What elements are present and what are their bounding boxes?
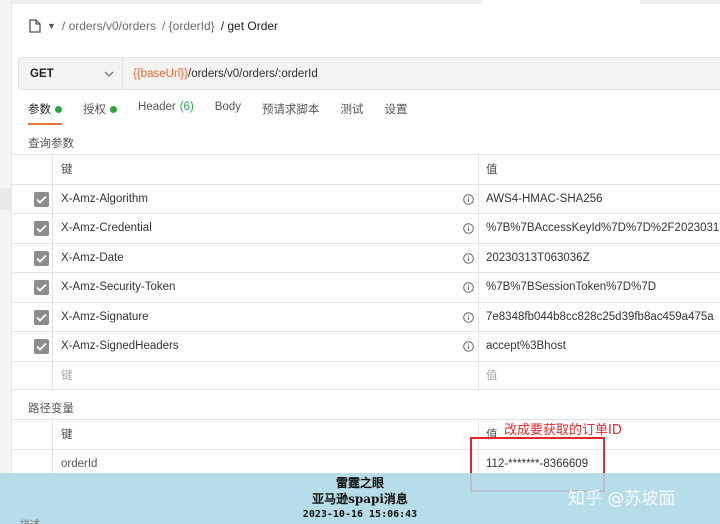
tab-auth[interactable]: 授权 — [83, 101, 117, 123]
active-tab[interactable] — [482, 0, 640, 4]
checkbox-column — [12, 420, 53, 449]
checkbox[interactable] — [34, 339, 49, 354]
table-row: X-Amz-Credential %7B%7BAccessKeyId%7D%7D%… — [12, 213, 720, 243]
check-icon — [36, 195, 47, 204]
info-icon[interactable] — [463, 193, 474, 208]
breadcrumb-item-orderid[interactable]: / {orderId} — [162, 19, 215, 33]
tab-pre-request-script[interactable]: 预请求脚本 — [262, 101, 320, 123]
param-key[interactable]: X-Amz-SignedHeaders — [61, 332, 179, 361]
param-key[interactable]: X-Amz-Security-Token — [61, 273, 175, 302]
banner-timestamp: 2023-10-16 15:06:43 — [302, 509, 418, 520]
table-row: X-Amz-SignedHeaders accept%3Bhost — [12, 331, 720, 361]
checkbox[interactable] — [34, 309, 49, 325]
url-variable: {{baseUrl}} — [133, 67, 188, 80]
tab-params[interactable]: 参数 — [28, 101, 62, 125]
tab-headers-label: Header — [138, 101, 176, 113]
annotation-text: 改成要获取的订单ID — [504, 423, 622, 438]
tab-params-label: 参数 — [28, 104, 51, 116]
checkbox-column — [12, 155, 53, 184]
info-icon[interactable] — [463, 311, 474, 326]
breadcrumb-item-current: / get Order — [220, 19, 279, 33]
tab-settings-label: 设置 — [384, 104, 408, 116]
tab-strip — [12, 0, 720, 4]
key-header: 键 — [61, 164, 73, 177]
status-dot — [110, 105, 117, 113]
request-tabs: 参数 授权 Header (6) Body 预请求脚本 测试 设置 — [28, 101, 429, 125]
info-icon[interactable] — [463, 252, 474, 267]
info-icon[interactable] — [463, 341, 474, 355]
query-params-table: 键 值 X-Amz-Algorithm AWS4-HMAC-SHA256 X-Amz… — [12, 154, 720, 390]
breadcrumb: ▼ / orders/v0/orders / {orderId} / get O… — [28, 16, 278, 36]
chevron-down-icon — [104, 71, 114, 77]
param-value[interactable]: 20230313T063036Z — [486, 244, 590, 273]
checkbox-column — [12, 273, 53, 302]
sidebar-gutter — [0, 0, 12, 524]
query-params-title: 查询参数 — [28, 138, 74, 150]
tab-body-label: Body — [214, 101, 241, 113]
tab-tests-label: 测试 — [340, 104, 364, 116]
checkbox-column — [12, 243, 53, 272]
param-key[interactable]: X-Amz-Credential — [61, 214, 152, 243]
url-path: /orders/v0/orders/:orderId — [188, 67, 318, 80]
checkbox[interactable] — [34, 221, 49, 236]
file-icon[interactable] — [28, 18, 44, 34]
checkbox-column — [12, 184, 53, 213]
checkbox[interactable] — [34, 280, 49, 295]
param-value[interactable]: %7B%7BAccessKeyId%7D%7D%2F20230313% — [486, 214, 720, 243]
checkbox-column — [12, 214, 53, 243]
key-input[interactable]: 键 — [61, 362, 73, 390]
breadcrumb-item-orders[interactable]: / orders/v0/orders — [62, 19, 156, 33]
value-input[interactable]: 值 — [486, 362, 498, 390]
table-header: 键 值 — [12, 154, 720, 184]
sidebar-active-item[interactable] — [0, 188, 12, 210]
checkbox[interactable] — [34, 250, 49, 266]
method-label: GET — [30, 67, 54, 80]
param-value[interactable]: %7B%7BSessionToken%7D%7D — [486, 273, 656, 302]
checkbox-column — [12, 361, 53, 389]
watermark: 知乎 @苏坡面 — [568, 489, 676, 509]
table-row: X-Amz-Date 20230313T063036Z — [12, 242, 720, 273]
headers-count: (6) — [179, 101, 194, 113]
value-header: 值 — [486, 164, 498, 177]
tab-body[interactable]: Body — [215, 101, 241, 119]
path-variables-title: 路径变量 — [28, 403, 74, 415]
table-row: X-Amz-Algorithm AWS4-HMAC-SHA256 — [12, 183, 720, 214]
status-dot — [55, 105, 62, 113]
table-row: X-Amz-Security-Token %7B%7BSessionToken%7… — [12, 272, 720, 302]
empty-param-row: 键 值 — [12, 360, 720, 390]
method-select[interactable]: GET — [19, 58, 123, 89]
param-key[interactable]: X-Amz-Algorithm — [61, 185, 148, 214]
info-icon[interactable] — [463, 282, 474, 296]
table-row: X-Amz-Signature 7e8348fb044b8cc828c25d39f… — [12, 301, 720, 332]
tab-settings[interactable]: 设置 — [385, 101, 408, 123]
param-key[interactable]: X-Amz-Signature — [61, 303, 149, 332]
param-value[interactable]: 7e8348fb044b8cc828c25d39fb8ac459a475a — [486, 303, 714, 332]
check-icon — [36, 313, 47, 322]
tab-tests[interactable]: 测试 — [341, 101, 364, 123]
info-icon[interactable] — [463, 223, 474, 237]
key-header: 键 — [61, 429, 73, 442]
param-key[interactable]: X-Amz-Date — [61, 244, 124, 273]
request-bar: GET {{baseUrl}}/orders/v0/orders/:orderI… — [18, 57, 720, 90]
tab-pre-request-label: 预请求脚本 — [262, 104, 320, 116]
param-value[interactable]: AWS4-HMAC-SHA256 — [486, 185, 603, 214]
param-value[interactable]: accept%3Bhost — [486, 332, 566, 361]
check-icon — [36, 224, 47, 233]
checkbox[interactable] — [34, 191, 49, 207]
url-input[interactable]: {{baseUrl}}/orders/v0/orders/:orderId — [123, 68, 318, 80]
tab-headers[interactable]: Header (6) — [138, 101, 194, 119]
caret-down-icon[interactable]: ▼ — [47, 21, 56, 31]
tab-auth-label: 授权 — [83, 104, 106, 116]
check-icon — [36, 283, 47, 292]
check-icon — [36, 342, 47, 351]
checkbox-column — [12, 302, 53, 331]
checkbox-column — [12, 332, 53, 361]
check-icon — [36, 254, 47, 263]
